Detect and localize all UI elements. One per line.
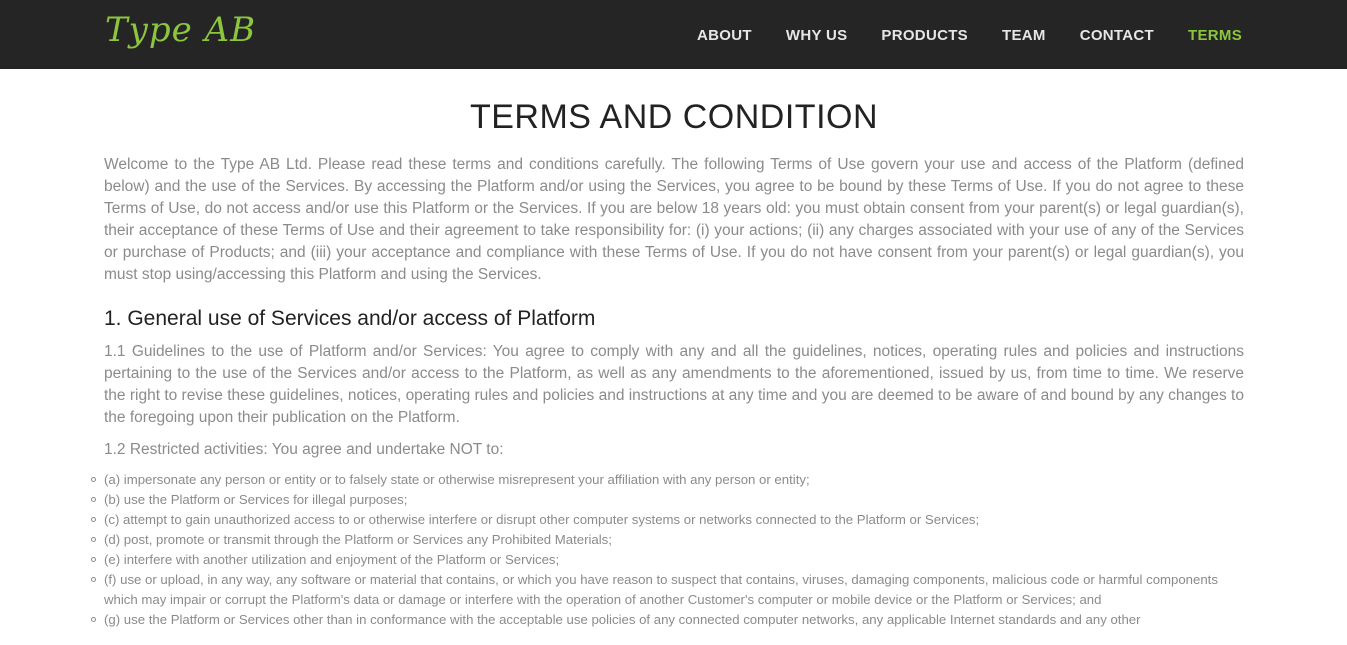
- nav-item-about: ABOUT: [697, 25, 752, 44]
- nav-link-about[interactable]: ABOUT: [697, 27, 752, 44]
- bullet-icon: [91, 577, 96, 582]
- bullet-icon: [91, 537, 96, 542]
- section-heading-general-use: 1. General use of Services and/or access…: [104, 307, 596, 330]
- bullet-icon: [91, 557, 96, 562]
- nav-link-terms[interactable]: TERMS: [1188, 27, 1242, 44]
- clause-1-2: 1.2 Restricted activities: You agree and…: [104, 441, 504, 458]
- nav-link-team[interactable]: TEAM: [1002, 27, 1046, 44]
- list-item-text: (c) attempt to gain unauthorized access …: [104, 512, 980, 527]
- brand-logo[interactable]: Type AB: [105, 10, 256, 50]
- bullet-icon: [91, 617, 96, 622]
- list-item-text: (a) impersonate any person or entity or …: [104, 472, 810, 487]
- list-item: (b) use the Platform or Services for ill…: [91, 490, 1244, 510]
- top-navbar: Type AB ABOUT WHY US PRODUCTS TEAM CONTA…: [0, 0, 1347, 69]
- list-item-text: (b) use the Platform or Services for ill…: [104, 492, 408, 507]
- nav-item-team: TEAM: [1002, 25, 1046, 44]
- bullet-icon: [91, 477, 96, 482]
- restricted-activities-list: (a) impersonate any person or entity or …: [90, 470, 1244, 630]
- bullet-icon: [91, 517, 96, 522]
- intro-paragraph: Welcome to the Type AB Ltd. Please read …: [104, 156, 1244, 283]
- nav-item-why-us: WHY US: [786, 25, 848, 44]
- nav-link-why-us[interactable]: WHY US: [786, 27, 848, 44]
- list-item: (f) use or upload, in any way, any softw…: [91, 570, 1244, 610]
- terms-content: TERMS AND CONDITION Welcome to the Type …: [91, 69, 1244, 630]
- list-item-text: (d) post, promote or transmit through th…: [104, 532, 612, 547]
- list-item-text: (g) use the Platform or Services other t…: [104, 612, 1141, 627]
- clause-1-1: 1.1 Guidelines to the use of Platform an…: [104, 343, 1244, 426]
- list-item: (e) interfere with another utilization a…: [91, 550, 1244, 570]
- bullet-icon: [91, 497, 96, 502]
- list-item: (a) impersonate any person or entity or …: [91, 470, 1244, 490]
- list-item: (c) attempt to gain unauthorized access …: [91, 510, 1244, 530]
- nav-item-products: PRODUCTS: [881, 25, 968, 44]
- list-item: (g) use the Platform or Services other t…: [91, 610, 1244, 630]
- list-item-text: (f) use or upload, in any way, any softw…: [104, 572, 1218, 607]
- nav-item-contact: CONTACT: [1080, 25, 1154, 44]
- nav-link-contact[interactable]: CONTACT: [1080, 27, 1154, 44]
- nav-item-terms: TERMS: [1188, 25, 1242, 44]
- list-item: (d) post, promote or transmit through th…: [91, 530, 1244, 550]
- page-title: TERMS AND CONDITION: [469, 98, 879, 136]
- list-item-text: (e) interfere with another utilization a…: [104, 552, 560, 567]
- main-nav: ABOUT WHY US PRODUCTS TEAM CONTACT TERMS: [697, 0, 1242, 69]
- nav-link-products[interactable]: PRODUCTS: [881, 27, 968, 44]
